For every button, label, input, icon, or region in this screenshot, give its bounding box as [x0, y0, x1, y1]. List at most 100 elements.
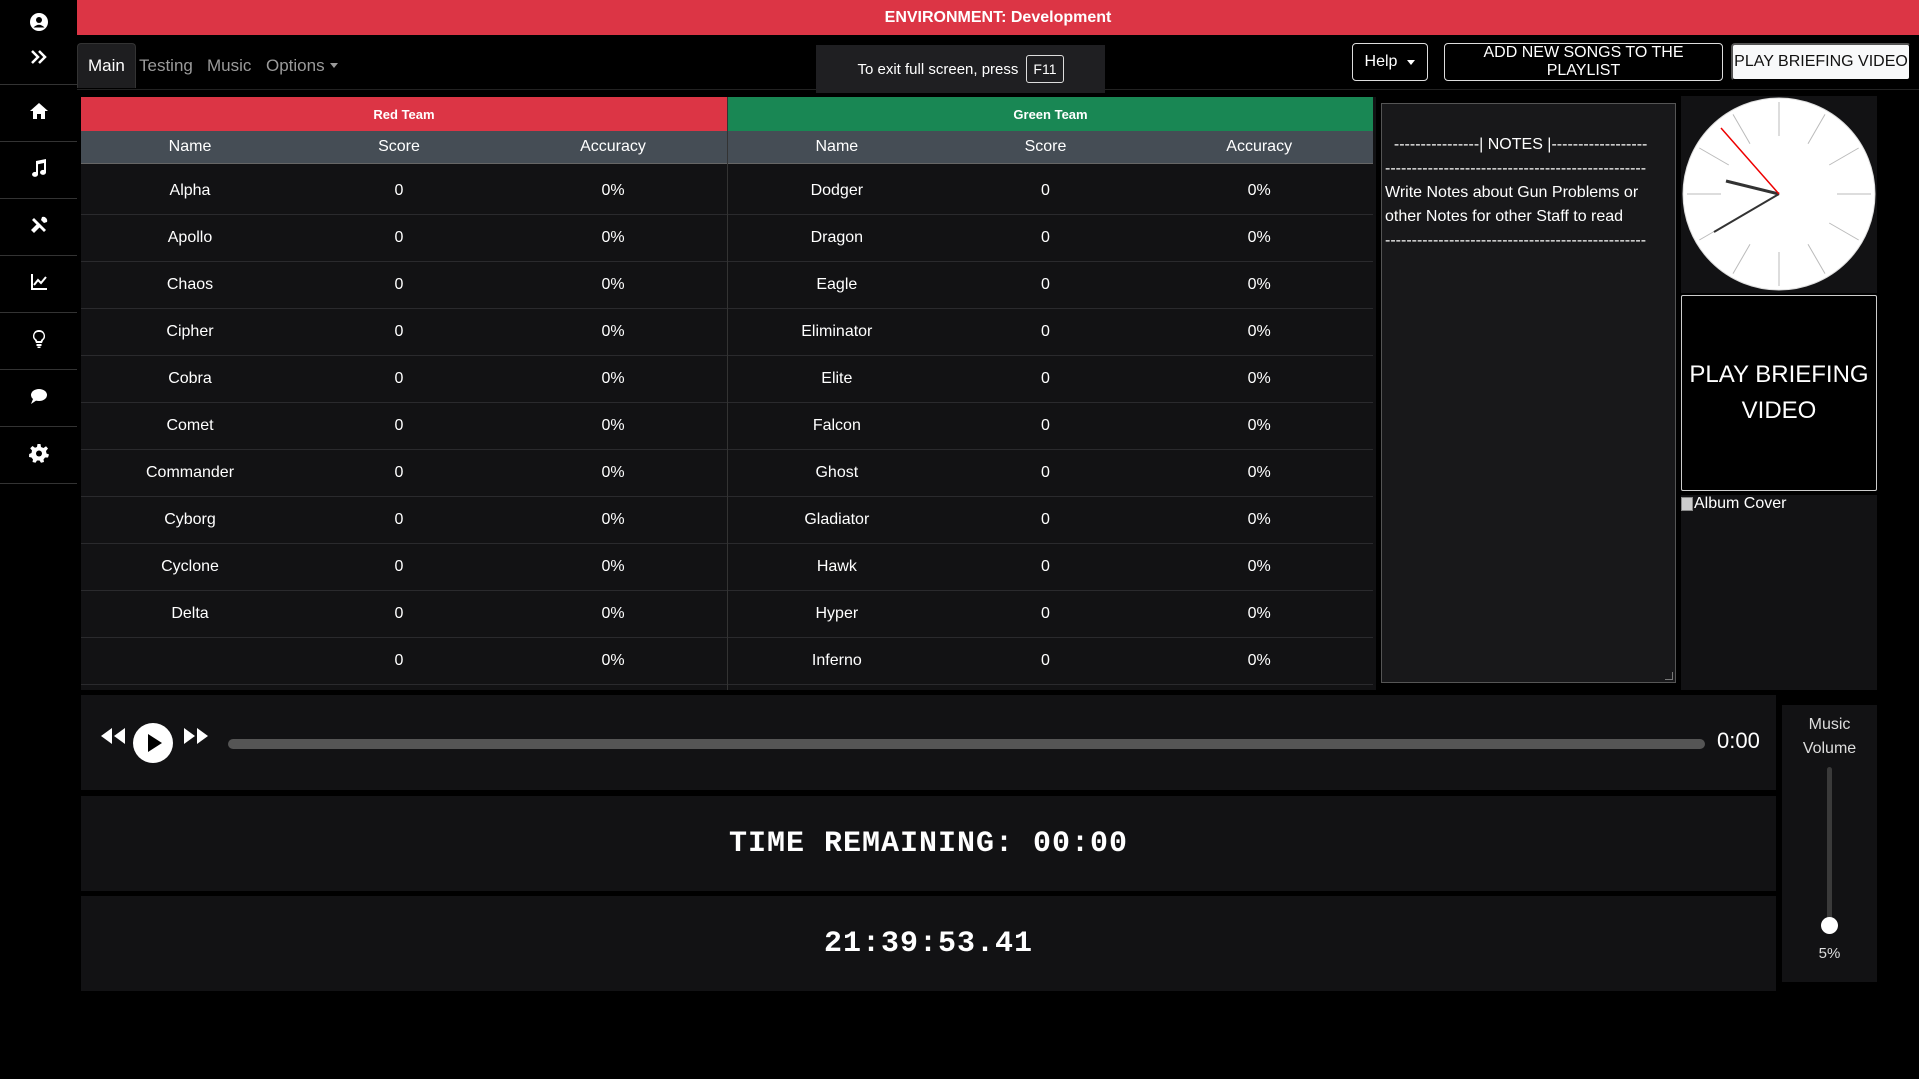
play-briefing-video-button[interactable]: PLAY BRIEFING VIDEO — [1731, 43, 1911, 81]
player-name: Comet — [166, 417, 214, 434]
player-name: Falcon — [812, 417, 861, 434]
player-name: Ghost — [815, 464, 859, 481]
user-circle-icon[interactable] — [29, 12, 49, 37]
current-time-text: 21:39:53.41 — [823, 926, 1034, 961]
player-name: Commander — [145, 464, 235, 481]
analog-clock — [1681, 96, 1877, 293]
play-button[interactable] — [133, 723, 173, 763]
fullscreen-exit-hint: To exit full screen, press F11 — [816, 45, 1105, 93]
sidebar-item-home[interactable] — [0, 85, 77, 142]
sidebar-item-settings[interactable] — [0, 427, 77, 484]
tab-music[interactable]: Music — [207, 43, 251, 88]
player-score: 0 — [1041, 511, 1050, 528]
table-row[interactable]: Commander 0 0% — [81, 450, 727, 497]
player-name: Dodger — [810, 182, 864, 199]
playback-progress-bar[interactable] — [228, 739, 1705, 749]
player-name: Eliminator — [801, 323, 873, 340]
player-name: Cobra — [168, 370, 212, 387]
lightbulb-icon — [29, 329, 49, 354]
album-cover-panel: Album Cover — [1681, 495, 1877, 690]
player-accuracy: 0% — [601, 229, 625, 246]
chat-icon — [29, 386, 49, 411]
table-row[interactable]: Cyborg 0 0% — [81, 497, 727, 544]
teams-scoreboard: Red Team Name Score Accuracy Alpha 0 0% Ap… — [81, 97, 1376, 690]
table-row[interactable]: Cipher 0 0% — [81, 309, 727, 356]
table-row[interactable]: Hawk 0 0% — [728, 544, 1373, 591]
help-label: Help — [1364, 53, 1398, 70]
player-score: 0 — [1041, 558, 1050, 575]
table-row[interactable]: Elite 0 0% — [728, 356, 1373, 403]
fullscreen-key: F11 — [1026, 55, 1064, 83]
volume-slider-track[interactable] — [1827, 767, 1832, 927]
player-score: 0 — [1041, 417, 1050, 434]
sidebar-item-tools[interactable] — [0, 199, 77, 256]
green-team-header: Green Team — [728, 97, 1373, 131]
table-row[interactable]: Delta 0 0% — [81, 591, 727, 638]
player-name: Cipher — [166, 323, 214, 340]
help-dropdown-button[interactable]: Help — [1352, 43, 1428, 81]
column-header-score: Score — [1024, 138, 1067, 155]
player-name: Elite — [821, 370, 853, 387]
table-row[interactable]: Eliminator 0 0% — [728, 309, 1373, 356]
table-row[interactable]: Eagle 0 0% — [728, 262, 1373, 309]
player-name: Cyborg — [164, 511, 216, 528]
table-row[interactable]: Apollo 0 0% — [81, 215, 727, 262]
player-score: 0 — [1041, 276, 1050, 293]
red-team-rows: Alpha 0 0% Apollo 0 0% Chaos 0 0% Cipher 0 0% Co… — [81, 168, 727, 685]
table-row[interactable]: Falcon 0 0% — [728, 403, 1373, 450]
double-chevron-right-icon[interactable] — [29, 47, 49, 72]
player-score: 0 — [394, 229, 404, 246]
player-score: 0 — [1041, 182, 1050, 199]
player-name: Eagle — [816, 276, 858, 293]
table-row[interactable]: Cyclone 0 0% — [81, 544, 727, 591]
briefing-panel-label: PLAY BRIEFING VIDEO — [1689, 361, 1869, 424]
music-volume-panel: Music Volume 5% — [1782, 705, 1877, 982]
notes-text: ----------------| NOTES |---------------… — [1385, 136, 1648, 249]
table-row[interactable]: Dodger 0 0% — [728, 168, 1373, 215]
player-score: 0 — [394, 417, 404, 434]
music-player: 0:00 — [81, 695, 1776, 790]
red-team-table: Red Team Name Score Accuracy Alpha 0 0% Ap… — [81, 97, 727, 690]
player-accuracy: 0% — [601, 558, 625, 575]
rewind-icon[interactable] — [99, 725, 127, 752]
table-row[interactable]: Comet 0 0% — [81, 403, 727, 450]
table-row[interactable]: Hyper 0 0% — [728, 591, 1373, 638]
table-row[interactable]: Chaos 0 0% — [81, 262, 727, 309]
table-row[interactable]: Gladiator 0 0% — [728, 497, 1373, 544]
green-team-rows: Dodger 0 0% Dragon 0 0% Eagle 0 0% Eliminator 0… — [728, 168, 1373, 685]
player-name: Chaos — [166, 276, 214, 293]
tab-testing[interactable]: Testing — [139, 43, 193, 88]
play-briefing-video-panel[interactable]: PLAY BRIEFING VIDEO — [1681, 295, 1877, 491]
player-accuracy: 0% — [1247, 652, 1271, 669]
table-row[interactable]: Ghost 0 0% — [728, 450, 1373, 497]
table-row[interactable]: Dragon 0 0% — [728, 215, 1373, 262]
caret-down-icon — [1407, 59, 1416, 65]
sidebar-item-chat[interactable] — [0, 370, 77, 427]
player-accuracy: 0% — [1247, 182, 1271, 199]
green-team-table: Green Team Name Score Accuracy Dodger 0 0%… — [727, 97, 1373, 690]
tab-main[interactable]: Main — [77, 43, 136, 88]
table-row[interactable]: Alpha 0 0% — [81, 168, 727, 215]
elapsed-time: 0:00 — [1717, 728, 1760, 753]
player-name: Cyclone — [161, 558, 219, 575]
player-score: 0 — [394, 370, 404, 387]
player-score: 0 — [1041, 605, 1050, 622]
table-row[interactable]: 0 0% — [81, 638, 727, 685]
add-songs-button[interactable]: ADD NEW SONGS TO THE PLAYLIST — [1444, 43, 1723, 81]
environment-banner: ENVIRONMENT: Development — [77, 0, 1919, 35]
tab-options-dropdown[interactable]: Options — [266, 43, 338, 88]
clock-face — [1682, 97, 1876, 291]
gear-icon — [28, 443, 49, 468]
time-remaining-text: TIME REMAINING: 00:00 — [728, 826, 1129, 861]
sidebar-item-music[interactable] — [0, 142, 77, 199]
fast-forward-icon[interactable] — [182, 725, 210, 752]
volume-slider-thumb[interactable] — [1821, 917, 1838, 934]
sidebar-item-ideas[interactable] — [0, 313, 77, 370]
sidebar-item-stats[interactable] — [0, 256, 77, 313]
player-score: 0 — [1041, 323, 1050, 340]
notes-textarea[interactable]: ----------------| NOTES |---------------… — [1381, 103, 1676, 683]
resize-grip-icon[interactable] — [1665, 672, 1673, 680]
table-row[interactable]: Cobra 0 0% — [81, 356, 727, 403]
table-row[interactable]: Inferno 0 0% — [728, 638, 1373, 685]
music-volume-label: Music Volume — [1802, 716, 1857, 757]
